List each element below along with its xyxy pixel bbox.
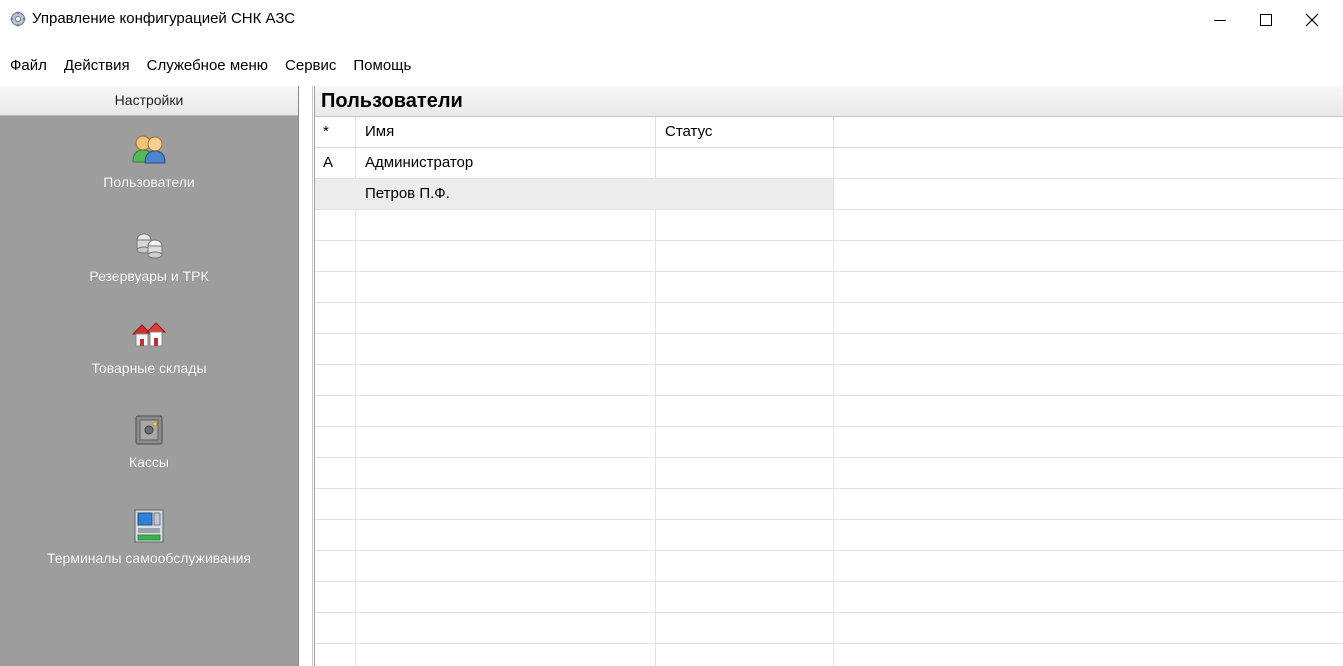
panel-title: Пользователи (315, 86, 1343, 117)
menu-help[interactable]: Помощь (345, 55, 420, 77)
tanks-icon (136, 233, 163, 259)
settings-sidebar: Настройки Пользователи Резервуары и ТРК (0, 86, 299, 666)
empty-row (315, 272, 1343, 303)
window-title: Управление конфигурацией СНК АЗС (32, 10, 296, 27)
sidebar-item-users[interactable]: Пользователи (0, 130, 298, 191)
cell-name: Петров П.Ф. (355, 179, 655, 209)
warehouse-icon (131, 322, 167, 347)
table-row[interactable]: A Администратор (315, 148, 1343, 179)
minimize-button[interactable] (1197, 0, 1243, 40)
title-bar: Управление конфигурацией СНК АЗС (0, 0, 1343, 46)
empty-row (315, 365, 1343, 396)
menu-file[interactable]: Файл (0, 55, 56, 77)
empty-row (315, 458, 1343, 489)
table-header-row: * Имя Статус (315, 117, 1343, 148)
gear-icon (10, 11, 26, 27)
empty-row (315, 396, 1343, 427)
empty-row (315, 489, 1343, 520)
empty-row (315, 303, 1343, 334)
menu-actions[interactable]: Действия (56, 55, 139, 77)
close-button[interactable] (1289, 0, 1335, 40)
sidebar-item-cash-registers[interactable]: Кассы (0, 410, 298, 471)
sidebar-item-label: Кассы (128, 454, 169, 470)
empty-row (315, 427, 1343, 458)
users-icon (132, 135, 166, 164)
empty-row (315, 613, 1343, 644)
empty-row (315, 520, 1343, 551)
maximize-icon (1260, 14, 1272, 26)
empty-row (315, 210, 1343, 241)
maximize-button[interactable] (1243, 0, 1289, 40)
empty-row (315, 582, 1343, 613)
cell-mark (315, 179, 355, 209)
sidebar-item-tanks[interactable]: Резервуары и ТРК (0, 224, 298, 285)
cell-mark: A (323, 154, 334, 171)
sidebar-header: Настройки (0, 86, 298, 116)
safe-icon (135, 415, 163, 445)
terminal-icon (134, 509, 164, 543)
panel-splitter[interactable] (299, 86, 313, 666)
column-header-status[interactable]: Статус (655, 117, 833, 147)
cell-status (655, 148, 833, 178)
sidebar-item-label: Резервуары и ТРК (89, 268, 209, 284)
menu-service[interactable]: Сервис (277, 55, 345, 77)
table-row[interactable]: Петров П.Ф. (315, 179, 1343, 210)
minimize-icon (1214, 20, 1226, 21)
close-icon (1305, 13, 1319, 27)
sidebar-item-self-service-terminals[interactable]: Терминалы самообслуживания (0, 506, 298, 567)
column-header-name[interactable]: Имя (355, 117, 655, 147)
users-table: * Имя Статус A Администратор Петров П.Ф. (315, 117, 1343, 644)
empty-row (315, 334, 1343, 365)
users-panel: Пользователи * Имя Статус A Администрато… (314, 86, 1343, 666)
menu-bar: Файл Действия Служебное меню Сервис Помо… (0, 55, 420, 77)
sidebar-item-label: Пользователи (103, 174, 195, 190)
column-header-mark[interactable]: * (315, 117, 355, 147)
sidebar-item-warehouses[interactable]: Товарные склады (0, 316, 298, 377)
cell-status (655, 179, 833, 209)
sidebar-item-label: Терминалы самообслуживания (47, 550, 251, 566)
cell-name: Администратор (365, 154, 474, 171)
empty-row (315, 241, 1343, 272)
sidebar-item-label: Товарные склады (91, 360, 207, 376)
empty-row (315, 551, 1343, 582)
menu-service-menu[interactable]: Служебное меню (139, 55, 277, 77)
